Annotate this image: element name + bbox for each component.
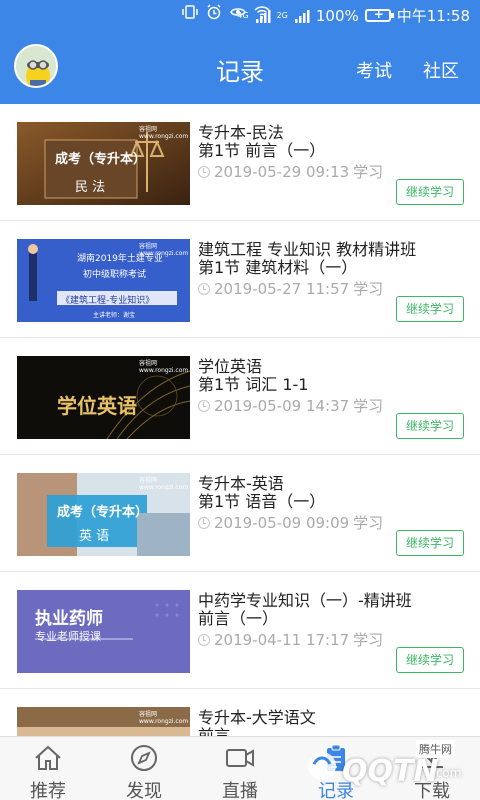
watermark-suffix: .com [432,766,462,780]
course-title: 建筑工程 专业知识 教材精讲班 [198,240,417,259]
record-info: 专升本-英语 第1节 语音（一） 2019-05-09 09:09 学习 [198,475,470,533]
signal-icon [255,9,271,23]
lesson-title: 前言（一） [198,609,279,628]
record-item[interactable]: 学位英语 容祖网 www.rongzi.com 学位英语 第1节 词汇 1-1 … [0,338,480,455]
thumbnail-brand: 容祖网 www.rongzi.com [139,243,189,257]
record-status: 学习 [353,631,384,649]
thumbnail-line2: 英 语 [79,529,110,544]
thumbnail-line1: 成考（专升本） [57,505,149,520]
tab-label: 发现 [126,781,162,800]
thumbnail-brand: 容祖网 www.rongzi.com [139,360,189,374]
signal-icon-2 [294,9,310,23]
thumbnail-line4: 主讲老师：谢宝 [93,312,136,319]
alarm-icon [207,4,221,20]
lesson-title: 第1节 建筑材料（一） [198,258,358,277]
continue-button[interactable]: 继续学习 [396,413,464,439]
lesson-title: 第1节 语音（一） [198,492,326,511]
record-status: 学习 [353,163,384,181]
record-item[interactable]: 成考（专升本） 民 法 容祖网 www.rongzi.com 专升本-民法 第1… [0,104,480,221]
record-time: 2019-05-09 14:37 [214,396,350,415]
signal-label-2: 2G [276,10,288,20]
record-status: 学习 [353,397,384,415]
app-header: 4G 2G 100% + 中午11:58 记录 考试 社区 [0,0,480,104]
continue-button[interactable]: 继续学习 [396,296,464,322]
course-title: 专升本-民法 [198,123,284,142]
exam-link[interactable]: 考试 [356,57,392,83]
record-time: 2019-05-27 11:57 [214,279,350,298]
record-status: 学习 [353,514,384,532]
record-time: 2019-04-11 17:17 [214,630,350,649]
course-title: 中药学专业知识（一）-精讲班 [198,591,412,610]
tab-discover[interactable]: 发现 [96,737,192,800]
continue-button[interactable]: 继续学习 [396,647,464,673]
record-info: 学位英语 第1节 词汇 1-1 2019-05-09 14:37 学习 [198,358,470,416]
thumbnail-line1: 成考（专升本） [55,152,147,167]
tab-label: 直播 [222,781,258,800]
course-thumbnail[interactable]: 成考（专升本） 民 法 容祖网 www.rongzi.com [17,122,190,205]
thumbnail-line2: 专业老师授课 [35,630,101,643]
course-title: 专升本-大学语文 [198,708,316,727]
clock-icon [198,633,210,646]
thumbnail-line1: 执业药师 [35,609,103,629]
record-item[interactable]: 执业药师 专业老师授课 中药学专业知识（一）-精讲班 前言（一） 2019-04… [0,572,480,689]
record-item[interactable]: 成考（专升本） 英 语 容祖网 www.rongzi.com 专升本-英语 第1… [0,455,480,572]
thumbnail-line2: 初中级职称考试 [83,270,147,280]
clock-icon [198,282,210,295]
record-time: 2019-05-09 09:09 [214,513,350,532]
course-thumbnail[interactable]: 学位英语 容祖网 www.rongzi.com [17,356,190,439]
record-info: 建筑工程 专业知识 教材精讲班 第1节 建筑材料（一） 2019-05-27 1… [198,241,470,299]
status-bar: 4G 2G 100% + 中午11:58 [0,0,480,28]
continue-button[interactable]: 继续学习 [396,179,464,205]
thumbnail-brand: 容祖网 www.rongzi.com [139,126,189,140]
thumbnail-line2: 民 法 [75,180,106,195]
clock-time: 中午11:58 [396,7,470,25]
vibrate-icon [182,5,198,19]
lesson-title: 前言 [198,726,231,737]
battery-icon: + [364,7,394,22]
clock-icon [198,165,210,178]
thumbnail-line1: 学位英语 [57,394,137,418]
course-thumbnail[interactable]: 容祖网 www.rongzi.com [17,707,190,736]
record-info: 专升本-民法 第1节 前言（一） 2019-05-29 09:13 学习 [198,124,470,182]
thumbnail-line3: 《建筑工程-专业知识》 [61,296,155,306]
tab-live[interactable]: 直播 [192,737,288,800]
video-icon [226,749,254,767]
lesson-title: 第1节 词汇 1-1 [198,375,309,394]
lesson-title: 第1节 前言（一） [198,141,326,160]
home-icon [35,745,61,770]
page-title: 记录 [216,58,264,86]
site-watermark: QQTN .com 腾牛网 [304,736,474,796]
watermark-sub: 腾牛网 [416,740,455,758]
record-item[interactable]: 湖南2019年土建专业 初中级职称考试 《建筑工程-专业知识》 主讲老师：谢宝 … [0,221,480,338]
continue-button[interactable]: 继续学习 [396,530,464,556]
tab-label: 推荐 [30,781,66,800]
clock-icon [198,516,210,529]
record-info: 中药学专业知识（一）-精讲班 前言（一） 2019-04-11 17:17 学习 [198,592,470,650]
clock-icon [198,399,210,412]
signal-label-1: 4G [237,10,249,20]
course-thumbnail[interactable]: 执业药师 专业老师授课 [17,590,190,673]
thumbnail-brand: 容祖网 www.rongzi.com [139,711,189,725]
compass-icon [131,745,157,771]
tab-recommend[interactable]: 推荐 [0,737,96,800]
community-link[interactable]: 社区 [423,57,459,83]
battery-percent: 100% [315,6,359,25]
record-time: 2019-05-29 09:13 [214,162,350,181]
course-thumbnail[interactable]: 成考（专升本） 英 语 容祖网 www.rongzi.com [17,473,190,556]
course-thumbnail[interactable]: 湖南2019年土建专业 初中级职称考试 《建筑工程-专业知识》 主讲老师：谢宝 … [17,239,190,322]
record-info: 专升本-大学语文 前言 [198,708,470,737]
record-list: 成考（专升本） 民 法 容祖网 www.rongzi.com 专升本-民法 第1… [0,104,480,736]
record-item[interactable]: 容祖网 www.rongzi.com 专升本-大学语文 前言 [0,689,480,736]
record-status: 学习 [353,280,384,298]
course-title: 专升本-英语 [198,474,284,493]
watermark-brand: QQTN [342,754,439,789]
thumbnail-brand: 容祖网 www.rongzi.com [139,477,189,491]
course-title: 学位英语 [198,357,263,376]
